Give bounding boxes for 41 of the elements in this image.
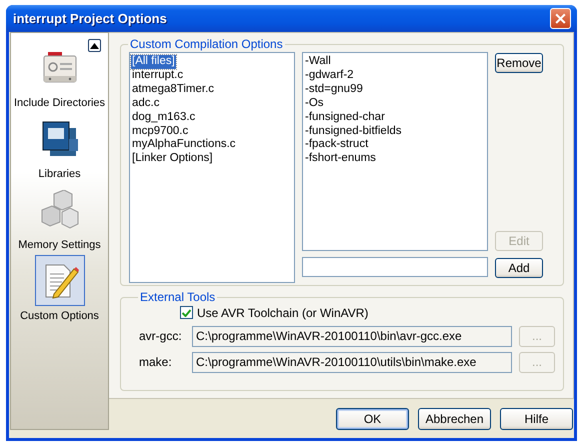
file-item[interactable]: [Linker Options] (131, 152, 214, 166)
option-item[interactable]: -fshort-enums (304, 152, 377, 166)
remove-button[interactable]: Remove (495, 53, 543, 73)
file-item[interactable]: adc.c (131, 96, 160, 111)
checkbox-label: Use AVR Toolchain (or WinAVR) (197, 306, 368, 320)
option-item[interactable]: -funsigned-char (304, 110, 386, 125)
option-item[interactable]: -Wall (304, 55, 332, 69)
window-title: interrupt Project Options (13, 11, 167, 26)
sidebar-item[interactable]: Libraries (11, 113, 108, 184)
add-button[interactable]: Add (495, 258, 543, 278)
file-item[interactable]: dog_m163.c (131, 110, 196, 125)
file-item[interactable]: interrupt.c (131, 68, 184, 83)
file-item[interactable]: [All files] (131, 55, 176, 69)
scroll-up-icon[interactable] (88, 39, 101, 52)
option-list[interactable]: -Wall -gdwarf-2 -std=gnu99 -Os -funsigned-char -funsigned-bitfields -fpack-struct -fshort-enums (302, 52, 488, 251)
option-item[interactable]: -Os (304, 96, 325, 111)
option-item[interactable]: -std=gnu99 (304, 82, 364, 97)
close-button[interactable]: × (550, 8, 571, 29)
option-item[interactable]: -fpack-struct (304, 138, 370, 152)
path-field[interactable]: C:\programme\WinAVR-20100110\utils\bin\make.exe (192, 352, 512, 372)
cubes-icon (40, 190, 80, 230)
books-icon (40, 118, 80, 158)
option-item[interactable]: -gdwarf-2 (304, 68, 355, 83)
file-item[interactable]: mcp9700.c (131, 124, 190, 138)
sidebar-item[interactable]: Custom Options (11, 255, 108, 326)
path-field[interactable]: C:\programme\WinAVR-20100110\bin\avr-gcc.exe (192, 326, 512, 346)
group-title: External Tools (139, 290, 216, 304)
sidebar-item[interactable]: Memory Settings (11, 184, 108, 255)
checkbox[interactable] (180, 306, 193, 319)
dialog-button[interactable]: Abbrechen (418, 408, 491, 430)
input-field[interactable] (302, 257, 488, 277)
tool-label: make: (139, 355, 173, 369)
dialog-button[interactable]: OK (336, 408, 409, 430)
group-title: Custom Compilation Options (129, 37, 284, 51)
file-item[interactable]: myAlphaFunctions.c (131, 138, 237, 152)
dialog-button[interactable]: Hilfe (500, 408, 573, 430)
tool-label: avr-gcc: (139, 329, 183, 343)
option-item[interactable]: -funsigned-bitfields (304, 124, 403, 138)
file-list[interactable]: [All files] interrupt.c atmega8Timer.c adc.c dog_m163.c mcp9700.c myAlphaFunctions.c [Linker Options] (129, 52, 295, 283)
file-item[interactable]: atmega8Timer.c (131, 82, 216, 97)
sidebar-item[interactable]: Include Directories (11, 42, 108, 113)
